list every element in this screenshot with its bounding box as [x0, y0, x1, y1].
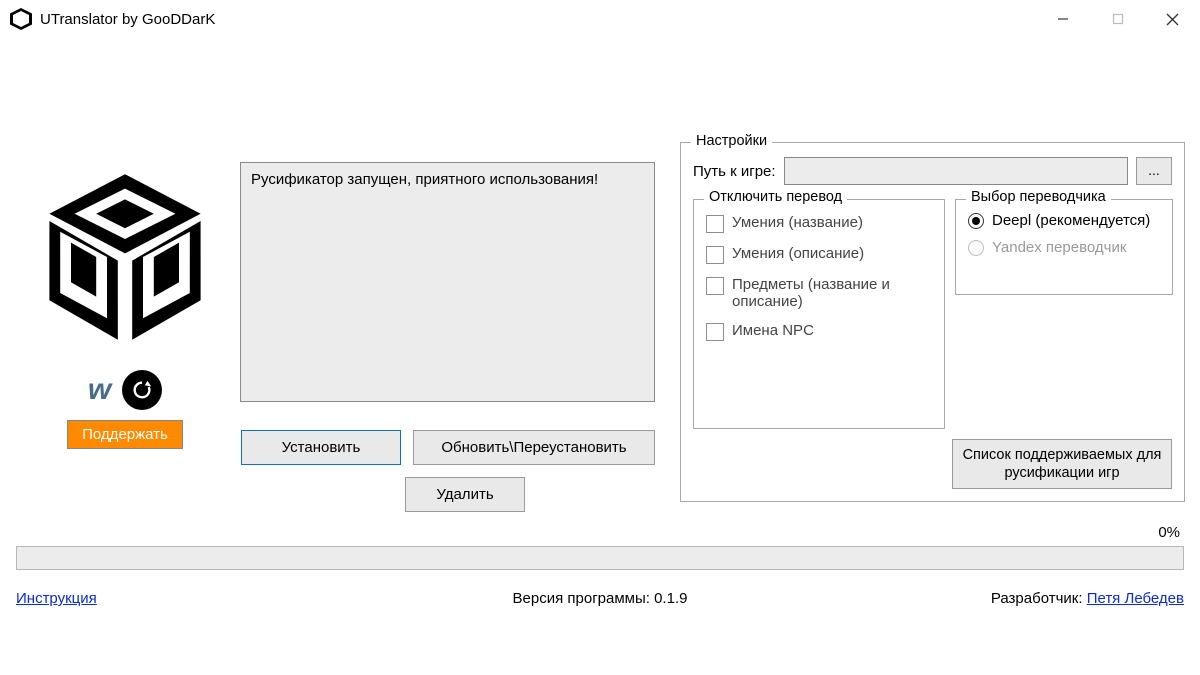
game-path-input[interactable] — [784, 157, 1128, 185]
window-title: UTranslator by GooDDarK — [40, 11, 215, 28]
browse-button[interactable]: ... — [1136, 157, 1172, 185]
checkbox-npc-names[interactable]: Имена NPC — [706, 322, 932, 341]
status-output: Русификатор запущен, приятного использов… — [240, 162, 655, 402]
unity-cube-logo — [35, 167, 215, 347]
progress-percent: 0% — [0, 524, 1180, 541]
window-controls — [1035, 1, 1200, 37]
minimize-button[interactable] — [1035, 1, 1090, 37]
update-reinstall-button[interactable]: Обновить\Переустановить — [413, 430, 655, 465]
maximize-button[interactable] — [1090, 1, 1145, 37]
settings-group: Настройки Путь к игре: ... Отключить пер… — [680, 142, 1185, 502]
install-button[interactable]: Установить — [241, 430, 401, 465]
refresh-icon[interactable] — [122, 370, 162, 410]
checkbox-skills-desc[interactable]: Умения (описание) — [706, 245, 932, 264]
radio-deepl[interactable]: Deepl (рекомендуется) — [968, 212, 1160, 229]
vk-icon[interactable]: w — [88, 373, 108, 407]
translator-choice-group: Выбор переводчика Deepl (рекомендуется) … — [955, 199, 1173, 295]
close-button[interactable] — [1145, 1, 1200, 37]
version-label: Версия программы: 0.1.9 — [16, 590, 1184, 607]
checkbox-skills-name[interactable]: Умения (название) — [706, 214, 932, 233]
supported-games-button[interactable]: Список поддерживаемых для русификации иг… — [952, 439, 1172, 489]
disable-translation-group: Отключить перевод Умения (название) Умен… — [693, 199, 945, 429]
app-icon — [10, 8, 32, 30]
delete-button[interactable]: Удалить — [405, 477, 525, 512]
game-path-label: Путь к игре: — [693, 163, 776, 180]
title-bar: UTranslator by GooDDarK — [0, 0, 1200, 38]
translator-choice-title: Выбор переводчика — [966, 189, 1111, 205]
progress-bar — [16, 546, 1184, 570]
app-window: UTranslator by GooDDarK — [0, 0, 1200, 675]
disable-translation-title: Отключить перевод — [704, 189, 847, 205]
footer: Инструкция Версия программы: 0.1.9 Разра… — [16, 590, 1184, 607]
radio-yandex[interactable]: Yandex переводчик — [968, 239, 1160, 256]
checkbox-items[interactable]: Предметы (название и описание) — [706, 276, 932, 310]
settings-title: Настройки — [691, 133, 772, 149]
support-button[interactable]: Поддержать — [67, 420, 183, 449]
game-path-row: Путь к игре: ... — [693, 157, 1172, 185]
logo-column: w Поддержать — [30, 167, 220, 449]
